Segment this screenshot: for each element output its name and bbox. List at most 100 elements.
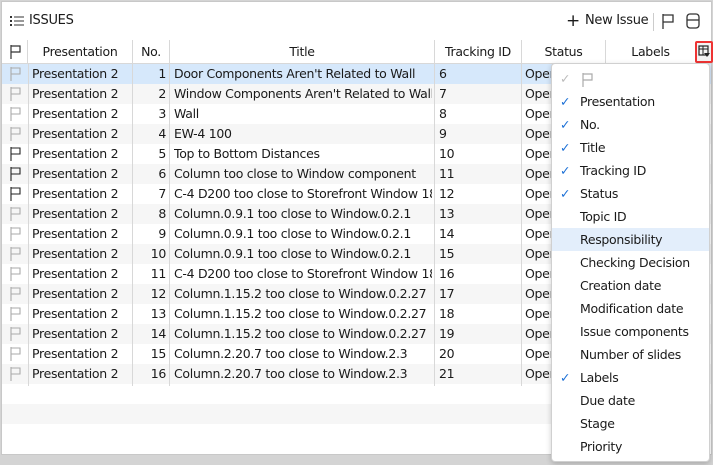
cell-no: 5 <box>158 146 166 161</box>
menu-item-label: Stage <box>580 416 615 431</box>
title-text: ISSUES <box>29 13 74 28</box>
checkmark-icon: ✓ <box>560 370 571 385</box>
cell-presentation: Presentation 2 <box>32 66 119 81</box>
menu-item-label: Number of slides <box>580 347 682 362</box>
header-presentation[interactable]: Presentation <box>28 40 133 64</box>
flag-icon[interactable] <box>9 124 25 144</box>
cell-title: Column.2.20.7 too close to Window.2.3 <box>174 366 408 381</box>
flag-icon[interactable] <box>9 304 25 324</box>
flag-icon[interactable] <box>9 204 25 224</box>
menu-item-label: Responsibility <box>580 232 663 247</box>
header-status[interactable]: Status <box>522 40 606 64</box>
column-visibility-menu: ✓ ✓ Presentation ✓ No. ✓ Title ✓ Trackin… <box>551 63 710 462</box>
header-title[interactable]: Title <box>170 40 435 64</box>
table-header: Presentation No. Title Tracking ID Statu… <box>2 40 713 64</box>
menu-item-tracking-id[interactable]: ✓ Tracking ID <box>552 159 709 182</box>
cell-tracking-id: 11 <box>439 166 455 181</box>
flag-icon[interactable] <box>9 104 25 124</box>
cell-title: Column.1.15.2 too close to Window.0.2.27 <box>174 326 427 341</box>
header-tracking-id[interactable]: Tracking ID <box>435 40 522 64</box>
menu-item-title[interactable]: ✓ Title <box>552 136 709 159</box>
flag-icon[interactable] <box>9 84 25 104</box>
column-chooser-button[interactable] <box>695 41 713 63</box>
flag-icon[interactable] <box>9 284 25 304</box>
cell-tracking-id: 19 <box>439 326 455 341</box>
cell-no: 4 <box>158 126 166 141</box>
cell-presentation: Presentation 2 <box>32 166 119 181</box>
menu-item-stage[interactable]: Stage <box>552 412 709 435</box>
header-flag[interactable] <box>2 40 28 64</box>
flag-filled-icon[interactable] <box>9 164 25 184</box>
menu-item-issue-components[interactable]: Issue components <box>552 320 709 343</box>
flag-icon <box>582 72 593 87</box>
flag-icon <box>9 45 21 59</box>
cell-presentation: Presentation 2 <box>32 86 119 101</box>
menu-item-label: Creation date <box>580 278 662 293</box>
cell-title: Column.2.20.7 too close to Window.2.3 <box>174 346 408 361</box>
cell-title: C-4 D200 too close to Storefront Window … <box>174 266 432 281</box>
flag-filled-icon[interactable] <box>9 184 25 204</box>
header-labels[interactable]: Labels <box>606 40 695 64</box>
cell-title: Column.0.9.1 too close to Window.0.2.1 <box>174 206 412 221</box>
menu-item-labels[interactable]: ✓ Labels <box>552 366 709 389</box>
menu-item-creation-date[interactable]: Creation date <box>552 274 709 297</box>
cell-presentation: Presentation 2 <box>32 346 119 361</box>
cell-no: 14 <box>150 326 166 341</box>
menu-item-label: Presentation <box>580 94 655 109</box>
flag-icon[interactable] <box>9 324 25 344</box>
cell-title: Wall <box>174 106 199 121</box>
menu-item-label: No. <box>580 117 600 132</box>
panel-title: ISSUES <box>10 13 74 28</box>
cell-tracking-id: 20 <box>439 346 455 361</box>
cell-tracking-id: 15 <box>439 246 455 261</box>
menu-item-checking-decision[interactable]: Checking Decision <box>552 251 709 274</box>
cell-presentation: Presentation 2 <box>32 266 119 281</box>
menu-item-no[interactable]: ✓ No. <box>552 113 709 136</box>
checkmark-icon: ✓ <box>560 186 571 201</box>
cell-presentation: Presentation 2 <box>32 126 119 141</box>
menu-item-due-date[interactable]: Due date <box>552 389 709 412</box>
divider <box>653 13 654 31</box>
menu-item-label: Checking Decision <box>580 255 690 270</box>
cell-tracking-id: 18 <box>439 306 455 321</box>
cell-presentation: Presentation 2 <box>32 106 119 121</box>
flag-icon[interactable] <box>9 64 25 84</box>
menu-item-status[interactable]: ✓ Status <box>552 182 709 205</box>
flag-icon[interactable] <box>9 364 25 384</box>
checkmark-icon: ✓ <box>560 94 571 109</box>
new-issue-button[interactable]: + New Issue <box>566 10 649 31</box>
flag-icon[interactable] <box>9 244 25 264</box>
menu-item-flag[interactable]: ✓ <box>552 67 709 90</box>
menu-item-label: Labels <box>580 370 619 385</box>
panel-layout-icon[interactable] <box>684 12 702 30</box>
cell-tracking-id: 13 <box>439 206 455 221</box>
header-no[interactable]: No. <box>133 40 170 64</box>
cell-title: Top to Bottom Distances <box>174 146 320 161</box>
cell-title: Column too close to Window component <box>174 166 416 181</box>
menu-item-number-of-slides[interactable]: Number of slides <box>552 343 709 366</box>
cell-tracking-id: 16 <box>439 266 455 281</box>
menu-item-topic-id[interactable]: Topic ID <box>552 205 709 228</box>
checkmark-icon: ✓ <box>560 140 571 155</box>
flag-icon[interactable] <box>9 344 25 364</box>
cell-tracking-id: 21 <box>439 366 455 381</box>
menu-item-presentation[interactable]: ✓ Presentation <box>552 90 709 113</box>
flag-filled-icon[interactable] <box>9 144 25 164</box>
cell-title: EW-4 100 <box>174 126 232 141</box>
menu-item-label: Title <box>580 140 606 155</box>
cell-no: 6 <box>158 166 166 181</box>
cell-presentation: Presentation 2 <box>32 146 119 161</box>
menu-item-label: Modification date <box>580 301 684 316</box>
flag-icon[interactable] <box>9 264 25 284</box>
plus-icon: + <box>566 10 580 31</box>
flag-icon[interactable] <box>659 12 677 30</box>
checkmark-icon: ✓ <box>560 71 571 86</box>
menu-item-priority[interactable]: Priority <box>552 435 709 458</box>
checkmark-icon: ✓ <box>560 117 571 132</box>
menu-item-modification-date[interactable]: Modification date <box>552 297 709 320</box>
menu-item-responsibility[interactable]: Responsibility <box>552 228 709 251</box>
cell-tracking-id: 17 <box>439 286 455 301</box>
cell-no: 1 <box>158 66 166 81</box>
cell-tracking-id: 12 <box>439 186 455 201</box>
flag-icon[interactable] <box>9 224 25 244</box>
